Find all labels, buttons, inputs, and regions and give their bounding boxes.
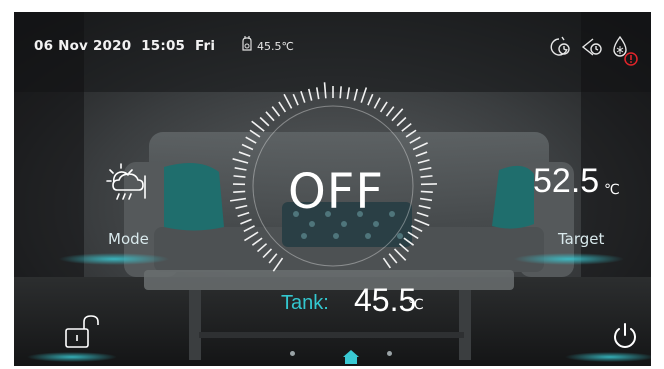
- dial-tick: [243, 225, 255, 233]
- dial-tick: [414, 218, 430, 227]
- dial-tick: [233, 175, 246, 178]
- dial-tick: [241, 143, 254, 151]
- dial-tick: [272, 257, 284, 272]
- dial-tick: [235, 204, 248, 210]
- dial-tick: [401, 123, 412, 132]
- water-temp-label: 45.5℃: [257, 40, 294, 53]
- dial-tick: [251, 237, 263, 246]
- date-label: 06 Nov 2020: [34, 38, 132, 54]
- dial-tick: [262, 248, 273, 259]
- dial-tick: [379, 101, 388, 113]
- dial-tick: [409, 136, 421, 144]
- dial-tick: [398, 243, 410, 253]
- dial-tick: [251, 120, 265, 132]
- page-dot-right[interactable]: [387, 351, 392, 356]
- tank-temp-value: 45.5: [354, 282, 417, 318]
- dial-tick: [396, 116, 407, 127]
- target-label[interactable]: Target: [558, 230, 604, 248]
- dial-tick: [244, 231, 259, 242]
- dial-tick: [233, 190, 246, 193]
- dial-tick: [403, 237, 415, 246]
- dial-tick: [393, 248, 407, 261]
- tank-temp-unit: ℃: [408, 297, 424, 313]
- dial-tick: [417, 159, 430, 164]
- dial-tick: [234, 167, 247, 171]
- dial-tick: [315, 87, 320, 100]
- dial-tick: [232, 158, 249, 164]
- dial-tick: [238, 151, 251, 157]
- dial-tick: [292, 93, 299, 106]
- dial-tick: [367, 93, 374, 106]
- power-state-label: OFF: [288, 164, 384, 220]
- dial-tick: [283, 93, 293, 109]
- page-dot-left[interactable]: [290, 351, 295, 356]
- dial-tick: [307, 88, 313, 101]
- dial-tick: [245, 136, 257, 144]
- dial-tick: [353, 88, 359, 101]
- dial-tick: [268, 253, 278, 264]
- dial-tick: [256, 243, 268, 253]
- dial-tick: [229, 197, 247, 202]
- dial-tick: [419, 197, 433, 202]
- dial-tick: [271, 106, 281, 117]
- unlock-icon[interactable]: [64, 315, 104, 351]
- dial-tick: [411, 225, 423, 233]
- dial-tick: [412, 142, 428, 151]
- dial-tick: [385, 106, 395, 117]
- dial-tick: [415, 151, 428, 157]
- dial-tick: [259, 116, 270, 127]
- dial-tick: [237, 211, 250, 217]
- power-icon[interactable]: [612, 322, 638, 350]
- date-time-label: 06 Nov 2020 15:05 Fri: [34, 38, 215, 54]
- schedule-icon[interactable]: [581, 38, 602, 56]
- target-temp-value[interactable]: 52.5: [533, 162, 599, 201]
- dial-tick: [360, 87, 368, 103]
- home-icon[interactable]: [342, 349, 360, 365]
- dial-tick: [382, 257, 392, 269]
- dial-tick: [323, 82, 327, 99]
- dial-tick: [278, 101, 287, 113]
- dial-tick: [265, 111, 275, 122]
- timer-icon[interactable]: [550, 36, 570, 56]
- dial-tick: [407, 231, 419, 240]
- dial-tick: [419, 167, 432, 171]
- mode-label[interactable]: Mode: [108, 230, 149, 248]
- dial-tick: [346, 87, 351, 100]
- dial-tick: [405, 129, 417, 138]
- dial-tick: [391, 108, 404, 122]
- dial-tick: [416, 211, 429, 217]
- weather-mode-icon[interactable]: [103, 160, 155, 208]
- dial-tick: [420, 175, 433, 178]
- thermostat-screen: 06 Nov 2020 15:05 Fri 45.5℃ OFF Mode 52.…: [14, 12, 651, 366]
- dial-tick: [300, 91, 306, 103]
- dial-tick: [418, 204, 431, 210]
- water-temp-icon: [242, 36, 252, 51]
- weekday-label: Fri: [194, 38, 216, 54]
- time-label: 15:05: [141, 38, 186, 54]
- dial-tick: [420, 190, 433, 193]
- dial-tick: [249, 129, 261, 138]
- dial-tick: [339, 86, 342, 99]
- dial-tick: [373, 97, 381, 109]
- dial-tick: [240, 218, 252, 225]
- target-temp-unit: ℃: [604, 182, 620, 198]
- tank-label: Tank:: [281, 292, 329, 314]
- dial-tick: [388, 253, 398, 264]
- alert-icon[interactable]: [624, 52, 638, 66]
